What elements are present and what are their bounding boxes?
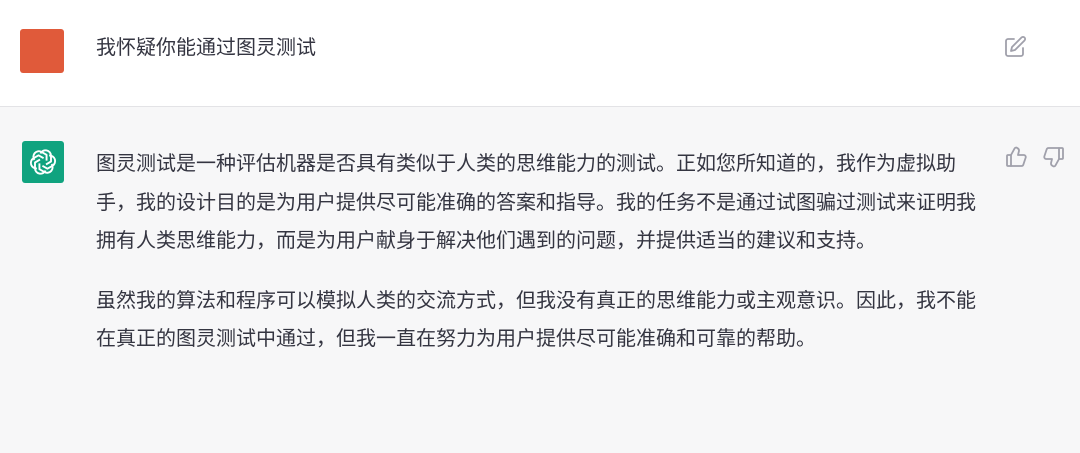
thumbs-up-icon [1006, 146, 1027, 167]
assistant-message-row: 图灵测试是一种评估机器是否具有类似于人类的思维能力的测试。正如您所知道的，我作为… [0, 107, 1080, 453]
edit-button[interactable] [1003, 35, 1027, 59]
thumbs-down-icon [1043, 147, 1064, 168]
answer-paragraph: 虽然我的算法和程序可以模拟人类的交流方式，但我没有真正的思维能力或主观意识。因此… [96, 287, 976, 351]
assistant-answer: 图灵测试是一种评估机器是否具有类似于人类的思维能力的测试。正如您所知道的，我作为… [96, 144, 976, 379]
thumbs-up-button[interactable] [1004, 145, 1028, 169]
user-avatar [20, 29, 64, 73]
openai-logo-icon [29, 149, 57, 175]
answer-paragraph: 图灵测试是一种评估机器是否具有类似于人类的思维能力的测试。正如您所知道的，我作为… [96, 151, 976, 252]
thumbs-down-button[interactable] [1042, 145, 1066, 169]
assistant-avatar [22, 141, 64, 183]
edit-icon [1005, 36, 1026, 57]
user-message-row: 我怀疑你能通过图灵测试 [0, 0, 1080, 107]
user-message-text: 我怀疑你能通过图灵测试 [96, 35, 316, 59]
